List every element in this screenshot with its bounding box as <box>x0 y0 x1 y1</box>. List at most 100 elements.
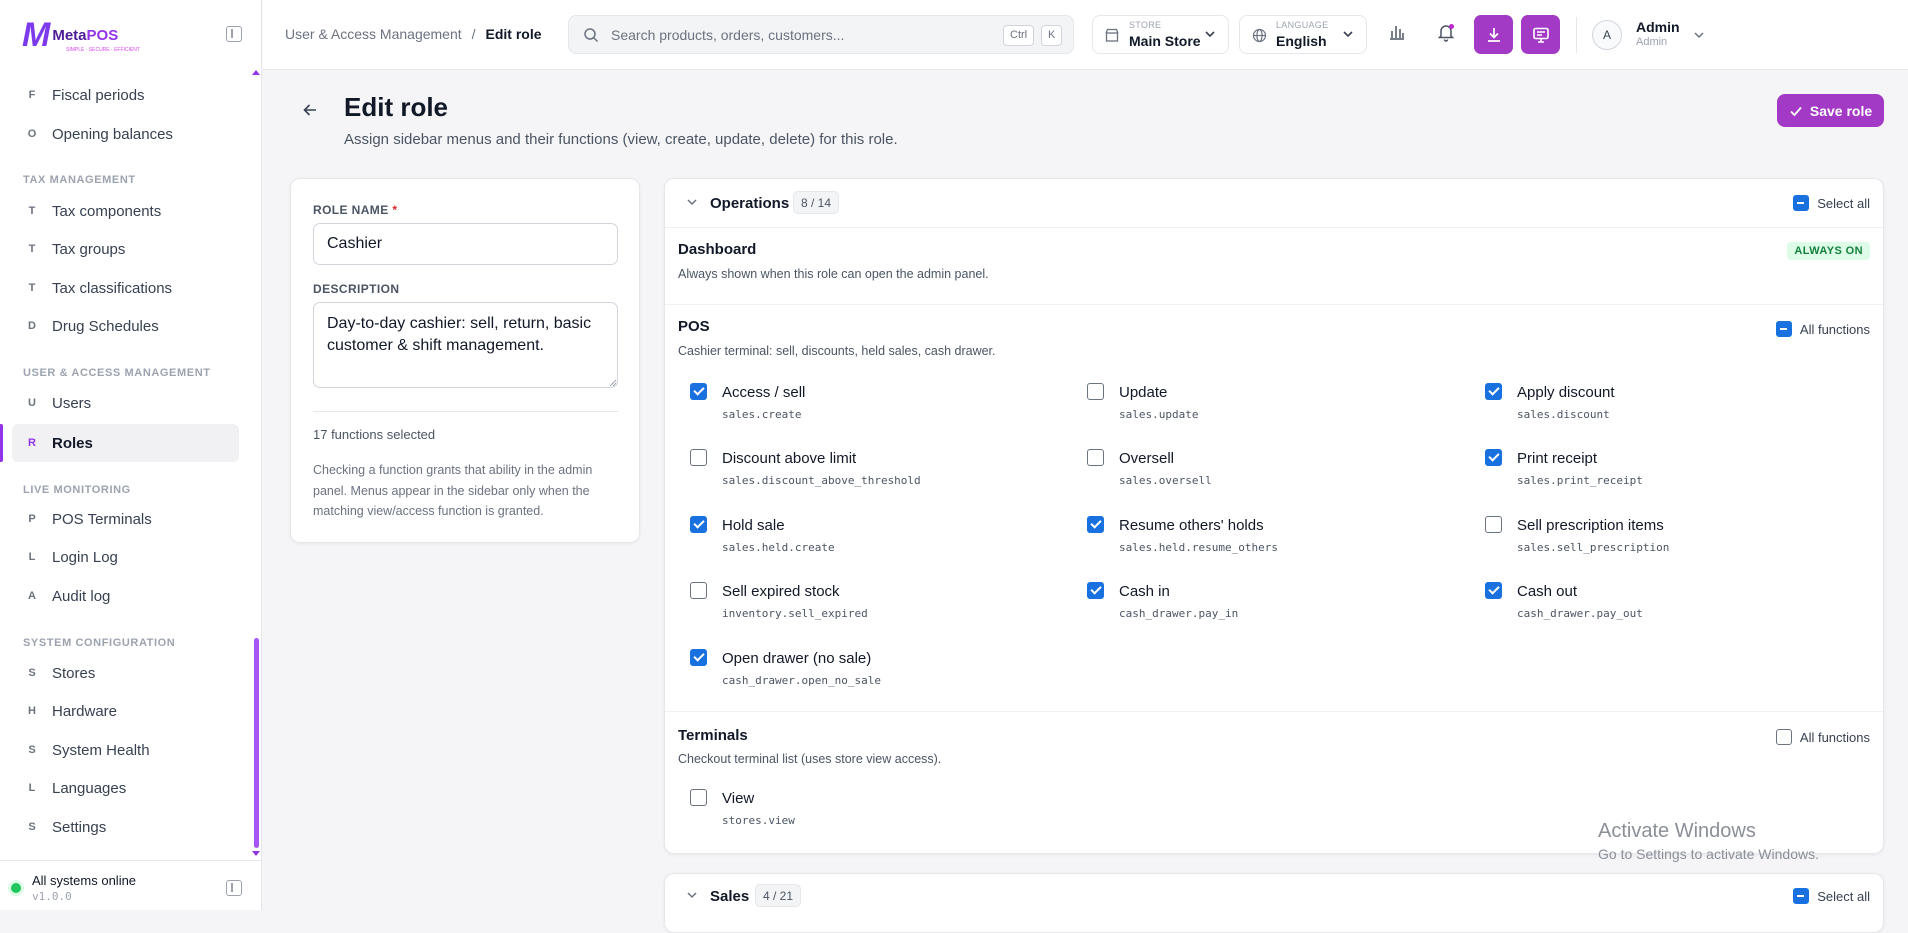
function-key: cash_drawer.pay_in <box>1119 607 1239 620</box>
function-sales-create[interactable]: Access / sell sales.create <box>690 381 1070 431</box>
checkbox-checked-icon[interactable] <box>690 383 707 400</box>
function-sales-print-receipt[interactable]: Print receipt sales.print_receipt <box>1485 447 1865 497</box>
checkbox-unchecked-icon[interactable] <box>690 449 707 466</box>
shortcut-k: K <box>1041 25 1063 46</box>
collapse-sidebar-icon[interactable] <box>226 26 242 42</box>
sidebar-scrollbar[interactable] <box>254 638 259 848</box>
function-stores-view[interactable]: View stores.view <box>690 787 1070 837</box>
sidebar-item-label: Tax groups <box>52 240 126 258</box>
checkbox-unchecked-icon[interactable] <box>1485 516 1502 533</box>
function-key: sales.discount <box>1517 408 1610 421</box>
section-title-terminals: Terminals <box>678 727 748 744</box>
sidebar-item-tax-classifications[interactable]: T Tax classifications <box>12 269 239 307</box>
checkbox-unchecked-icon[interactable] <box>690 582 707 599</box>
user-menu-chevron-icon[interactable] <box>1693 29 1705 41</box>
bell-icon[interactable] <box>1436 22 1456 42</box>
group-header[interactable]: Operations 8 / 14 Select all <box>665 179 1883 227</box>
search-icon <box>584 28 599 43</box>
download-button[interactable] <box>1474 15 1513 54</box>
checkbox-checked-icon[interactable] <box>1485 383 1502 400</box>
nav-letter: S <box>28 667 36 679</box>
sidebar-item-hardware[interactable]: H Hardware <box>12 692 239 730</box>
required-mark: * <box>392 203 398 217</box>
all-functions-checkbox-pos[interactable]: All functions <box>1775 321 1870 337</box>
collapse-sidebar-footer-icon[interactable] <box>226 880 242 896</box>
resize-handle-icon[interactable] <box>609 379 617 387</box>
function-cash-drawer-pay-out[interactable]: Cash out cash_drawer.pay_out <box>1485 580 1865 630</box>
sidebar-item-languages[interactable]: L Languages <box>12 769 239 807</box>
function-sales-discount-above-threshold[interactable]: Discount above limit sales.discount_above… <box>690 447 1070 497</box>
checkbox-checked-icon[interactable] <box>1087 516 1104 533</box>
checkbox-unchecked-icon[interactable] <box>690 789 707 806</box>
pos-terminal-button[interactable] <box>1521 15 1560 54</box>
section-desc-pos: Cashier terminal: sell, discounts, held … <box>678 344 996 358</box>
all-functions-checkbox-terminals[interactable]: All functions <box>1775 729 1870 745</box>
chevron-down-icon[interactable] <box>686 889 698 901</box>
checkbox-checked-icon[interactable] <box>1485 582 1502 599</box>
sidebar-item-stores[interactable]: S Stores <box>12 654 239 692</box>
always-on-badge: ALWAYS ON <box>1787 242 1870 260</box>
breadcrumb-parent[interactable]: User & Access Management <box>285 26 462 42</box>
function-sales-oversell[interactable]: Oversell sales.oversell <box>1087 447 1467 497</box>
sidebar-item-tax-groups[interactable]: T Tax groups <box>12 230 239 268</box>
sidebar-item-tax-components[interactable]: T Tax components <box>12 192 239 230</box>
windows-activation-watermark: Activate Windows <box>1598 820 1756 842</box>
checkbox-unchecked-icon[interactable] <box>1087 449 1104 466</box>
select-all-checkbox[interactable]: Select all <box>1793 195 1870 211</box>
sidebar-item-users[interactable]: U Users <box>12 384 239 422</box>
scroll-up-arrow-icon[interactable] <box>252 70 260 75</box>
language-value: English <box>1276 33 1327 49</box>
function-label: Oversell <box>1119 450 1175 467</box>
nav-letter: S <box>28 744 36 756</box>
function-sales-held-create[interactable]: Hold sale sales.held.create <box>690 514 1070 564</box>
sidebar-item-audit-log[interactable]: A Audit log <box>12 577 239 615</box>
nav-section-live-monitoring: LIVE MONITORING <box>23 484 131 496</box>
scroll-down-arrow-icon[interactable] <box>252 851 260 856</box>
function-inventory-sell-expired[interactable]: Sell expired stock inventory.sell_expired <box>690 580 1070 630</box>
function-label: Open drawer (no sale) <box>722 650 872 667</box>
checkbox-checked-icon[interactable] <box>1087 582 1104 599</box>
chevron-down-icon[interactable] <box>686 196 698 208</box>
sidebar-item-system-health[interactable]: S System Health <box>12 731 239 769</box>
checkbox-unchecked-icon[interactable] <box>1087 383 1104 400</box>
nav-section-system-configuration: SYSTEM CONFIGURATION <box>23 637 176 649</box>
brand-logo[interactable]: M MetaPOS SIMPLE · SECURE · EFFICIENT <box>22 18 140 53</box>
function-label: Update <box>1119 384 1168 401</box>
sidebar-item-fiscal-periods[interactable]: F Fiscal periods <box>12 76 239 114</box>
function-sales-discount[interactable]: Apply discount sales.discount <box>1485 381 1865 431</box>
search-input[interactable]: Search products, orders, customers... Ct… <box>568 15 1074 54</box>
avatar[interactable]: A <box>1592 20 1622 50</box>
group-header[interactable]: Sales 4 / 21 Select all <box>665 874 1883 922</box>
checkbox-checked-icon[interactable] <box>1485 449 1502 466</box>
sidebar-item-pos-terminals[interactable]: P POS Terminals <box>12 500 239 538</box>
user-name[interactable]: Admin <box>1636 19 1680 35</box>
store-select[interactable]: STORE Main Store <box>1092 15 1229 54</box>
sidebar-item-roles[interactable]: R Roles <box>12 424 239 462</box>
function-cash-drawer-pay-in[interactable]: Cash in cash_drawer.pay_in <box>1087 580 1467 630</box>
function-sales-held-resume-others[interactable]: Resume others' holds sales.held.resume_ot… <box>1087 514 1467 564</box>
sidebar-item-login-log[interactable]: L Login Log <box>12 538 239 576</box>
save-role-button[interactable]: Save role <box>1777 94 1884 127</box>
sidebar-item-opening-balances[interactable]: O Opening balances <box>12 115 239 153</box>
checkbox-checked-icon[interactable] <box>690 649 707 666</box>
function-cash-drawer-open-no-sale[interactable]: Open drawer (no sale) cash_drawer.open_no… <box>690 647 1070 697</box>
nav-letter: L <box>28 782 36 794</box>
role-name-field[interactable]: Cashier <box>313 223 618 265</box>
nav-letter: L <box>28 551 36 563</box>
sidebar: M MetaPOS SIMPLE · SECURE · EFFICIENT FF… <box>0 0 262 910</box>
user-role: Admin <box>1636 36 1668 48</box>
function-sales-sell-prescription[interactable]: Sell prescription items sales.sell_prescr… <box>1485 514 1865 564</box>
sidebar-item-drug-schedules[interactable]: D Drug Schedules <box>12 307 239 345</box>
language-select[interactable]: LANGUAGE English <box>1239 15 1367 54</box>
download-icon <box>1487 27 1500 42</box>
checkbox-checked-icon[interactable] <box>690 516 707 533</box>
back-arrow-icon[interactable] <box>302 101 318 124</box>
all-functions-label: All functions <box>1799 729 1870 745</box>
select-all-checkbox[interactable]: Select all <box>1793 888 1870 904</box>
function-sales-update[interactable]: Update sales.update <box>1087 381 1467 431</box>
function-key: inventory.sell_expired <box>722 607 868 620</box>
analytics-icon[interactable] <box>1387 22 1407 42</box>
sidebar-item-label: Users <box>52 394 92 412</box>
description-field[interactable]: Day-to-day cashier: sell, return, basic … <box>313 302 618 388</box>
sidebar-item-settings[interactable]: S Settings <box>12 808 239 846</box>
